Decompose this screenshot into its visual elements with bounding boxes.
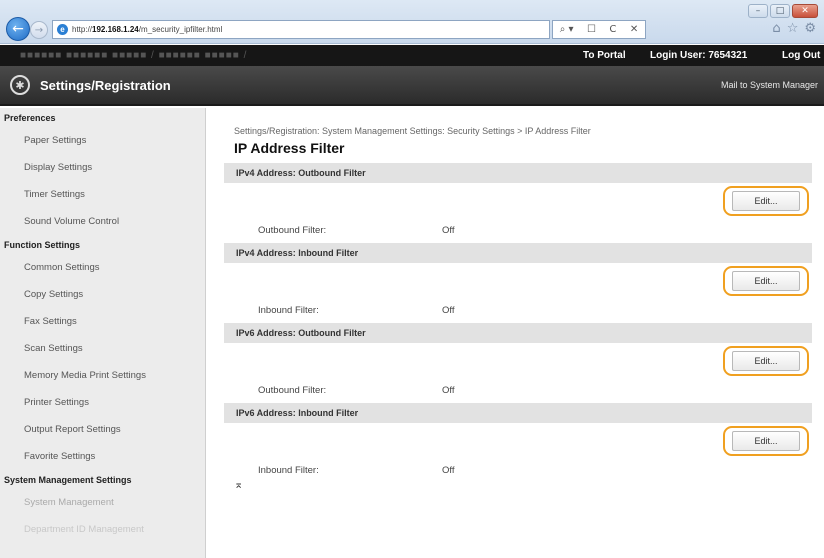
close-window-button[interactable]: ✕ <box>792 4 818 18</box>
mail-to-system-manager-link[interactable]: Mail to System Manager <box>721 80 818 90</box>
breadcrumb: Settings/Registration: System Management… <box>234 126 591 136</box>
row-value: Off <box>442 225 455 236</box>
sidebar-item-output-report[interactable]: Output Report Settings <box>0 416 205 443</box>
section-heading: IPv4 Address: Inbound Filter <box>224 243 812 263</box>
header-title: Settings/Registration <box>40 78 171 93</box>
row-label: Inbound Filter: <box>258 465 319 476</box>
sidebar: Preferences Paper Settings Display Setti… <box>0 108 206 558</box>
sidebar-item-department-id[interactable]: Department ID Management <box>0 516 205 543</box>
forward-button[interactable]: → <box>30 21 48 39</box>
forward-arrow-icon: → <box>34 24 44 36</box>
minimize-button[interactable]: – <box>748 4 768 18</box>
edit-button-ipv4-inbound[interactable]: Edit... <box>732 271 800 291</box>
main-content: Settings/Registration: System Management… <box>222 108 816 548</box>
favorites-icon[interactable]: ☆ <box>787 21 799 36</box>
to-portal-link[interactable]: To Portal <box>583 50 626 61</box>
back-arrow-icon: ← <box>12 21 24 37</box>
edit-highlight: Edit... <box>723 426 809 456</box>
edit-button-ipv4-outbound[interactable]: Edit... <box>732 191 800 211</box>
ie-icon: e <box>57 24 68 35</box>
refresh-icon[interactable]: C <box>609 24 616 35</box>
sidebar-item-paper-settings[interactable]: Paper Settings <box>0 127 205 154</box>
sidebar-item-favorite-settings[interactable]: Favorite Settings <box>0 443 205 470</box>
edit-button-ipv6-outbound[interactable]: Edit... <box>732 351 800 371</box>
sidebar-item-common-settings[interactable]: Common Settings <box>0 254 205 281</box>
section-ipv6-outbound: IPv6 Address: Outbound Filter Edit... Ou… <box>224 323 812 403</box>
sidebar-item-printer-settings[interactable]: Printer Settings <box>0 389 205 416</box>
maximize-button[interactable]: □ <box>770 4 790 18</box>
url-path: /m_security_ipfilter.html <box>138 25 223 34</box>
settings-gear-icon: ✱ <box>10 75 30 95</box>
sidebar-heading-preferences: Preferences <box>4 112 56 123</box>
edit-highlight: Edit... <box>723 266 809 296</box>
address-bar[interactable]: e http://192.168.1.24/m_security_ipfilte… <box>52 20 550 39</box>
browser-chrome: – □ ✕ ← → e http://192.168.1.24/m_securi… <box>0 0 824 44</box>
sidebar-item-sound-volume[interactable]: Sound Volume Control <box>0 208 205 235</box>
row-value: Off <box>442 385 455 396</box>
home-icon[interactable]: ⌂ <box>772 21 780 36</box>
window-controls: – □ ✕ <box>748 4 818 18</box>
section-ipv4-inbound: IPv4 Address: Inbound Filter Edit... Inb… <box>224 243 812 323</box>
search-dropdown-icon[interactable]: ⌕ ▾ <box>560 24 574 35</box>
section-heading: IPv6 Address: Inbound Filter <box>224 403 812 423</box>
edit-highlight: Edit... <box>723 346 809 376</box>
back-button[interactable]: ← <box>6 17 30 41</box>
settings-header: ✱ Settings/Registration Mail to System M… <box>0 66 824 106</box>
sidebar-item-timer-settings[interactable]: Timer Settings <box>0 181 205 208</box>
sidebar-heading-function-settings: Function Settings <box>4 239 80 250</box>
url-host: 192.168.1.24 <box>92 25 139 34</box>
compat-view-icon[interactable]: ☐ <box>587 24 596 35</box>
row-label: Outbound Filter: <box>258 225 327 236</box>
address-tools: ⌕ ▾ ☐ C ✕ <box>552 20 646 39</box>
section-ipv4-outbound: IPv4 Address: Outbound Filter Edit... Ou… <box>224 163 812 243</box>
sidebar-item-fax-settings[interactable]: Fax Settings <box>0 308 205 335</box>
back-to-top-icon[interactable]: ⌅ <box>234 478 243 491</box>
url-prefix: http:// <box>72 25 93 34</box>
page-title: IP Address Filter <box>234 140 345 156</box>
stop-icon[interactable]: ✕ <box>630 24 638 35</box>
log-out-link[interactable]: Log Out <box>782 50 820 61</box>
top-info-bar: ■■■■■■ ■■■■■■ ■■■■■ / ■■■■■■ ■■■■■ / To … <box>0 45 824 66</box>
tools-gear-icon[interactable]: ⚙ <box>804 21 816 36</box>
sidebar-heading-system-management: System Management Settings <box>4 474 132 485</box>
edit-highlight: Edit... <box>723 186 809 216</box>
sidebar-item-copy-settings[interactable]: Copy Settings <box>0 281 205 308</box>
sidebar-item-scan-settings[interactable]: Scan Settings <box>0 335 205 362</box>
sidebar-item-system-management[interactable]: System Management <box>0 489 205 516</box>
sidebar-item-memory-media[interactable]: Memory Media Print Settings <box>0 362 205 389</box>
edit-button-ipv6-inbound[interactable]: Edit... <box>732 431 800 451</box>
row-value: Off <box>442 465 455 476</box>
section-heading: IPv6 Address: Outbound Filter <box>224 323 812 343</box>
login-user-text: Login User: 7654321 <box>650 50 748 61</box>
row-label: Outbound Filter: <box>258 385 327 396</box>
browser-toolbar-icons: ⌂ ☆ ⚙ <box>772 21 816 36</box>
section-heading: IPv4 Address: Outbound Filter <box>224 163 812 183</box>
device-model-text: ■■■■■■ ■■■■■■ ■■■■■ / ■■■■■■ ■■■■■ / <box>20 50 248 61</box>
sidebar-item-display-settings[interactable]: Display Settings <box>0 154 205 181</box>
row-label: Inbound Filter: <box>258 305 319 316</box>
section-ipv6-inbound: IPv6 Address: Inbound Filter Edit... Inb… <box>224 403 812 483</box>
row-value: Off <box>442 305 455 316</box>
